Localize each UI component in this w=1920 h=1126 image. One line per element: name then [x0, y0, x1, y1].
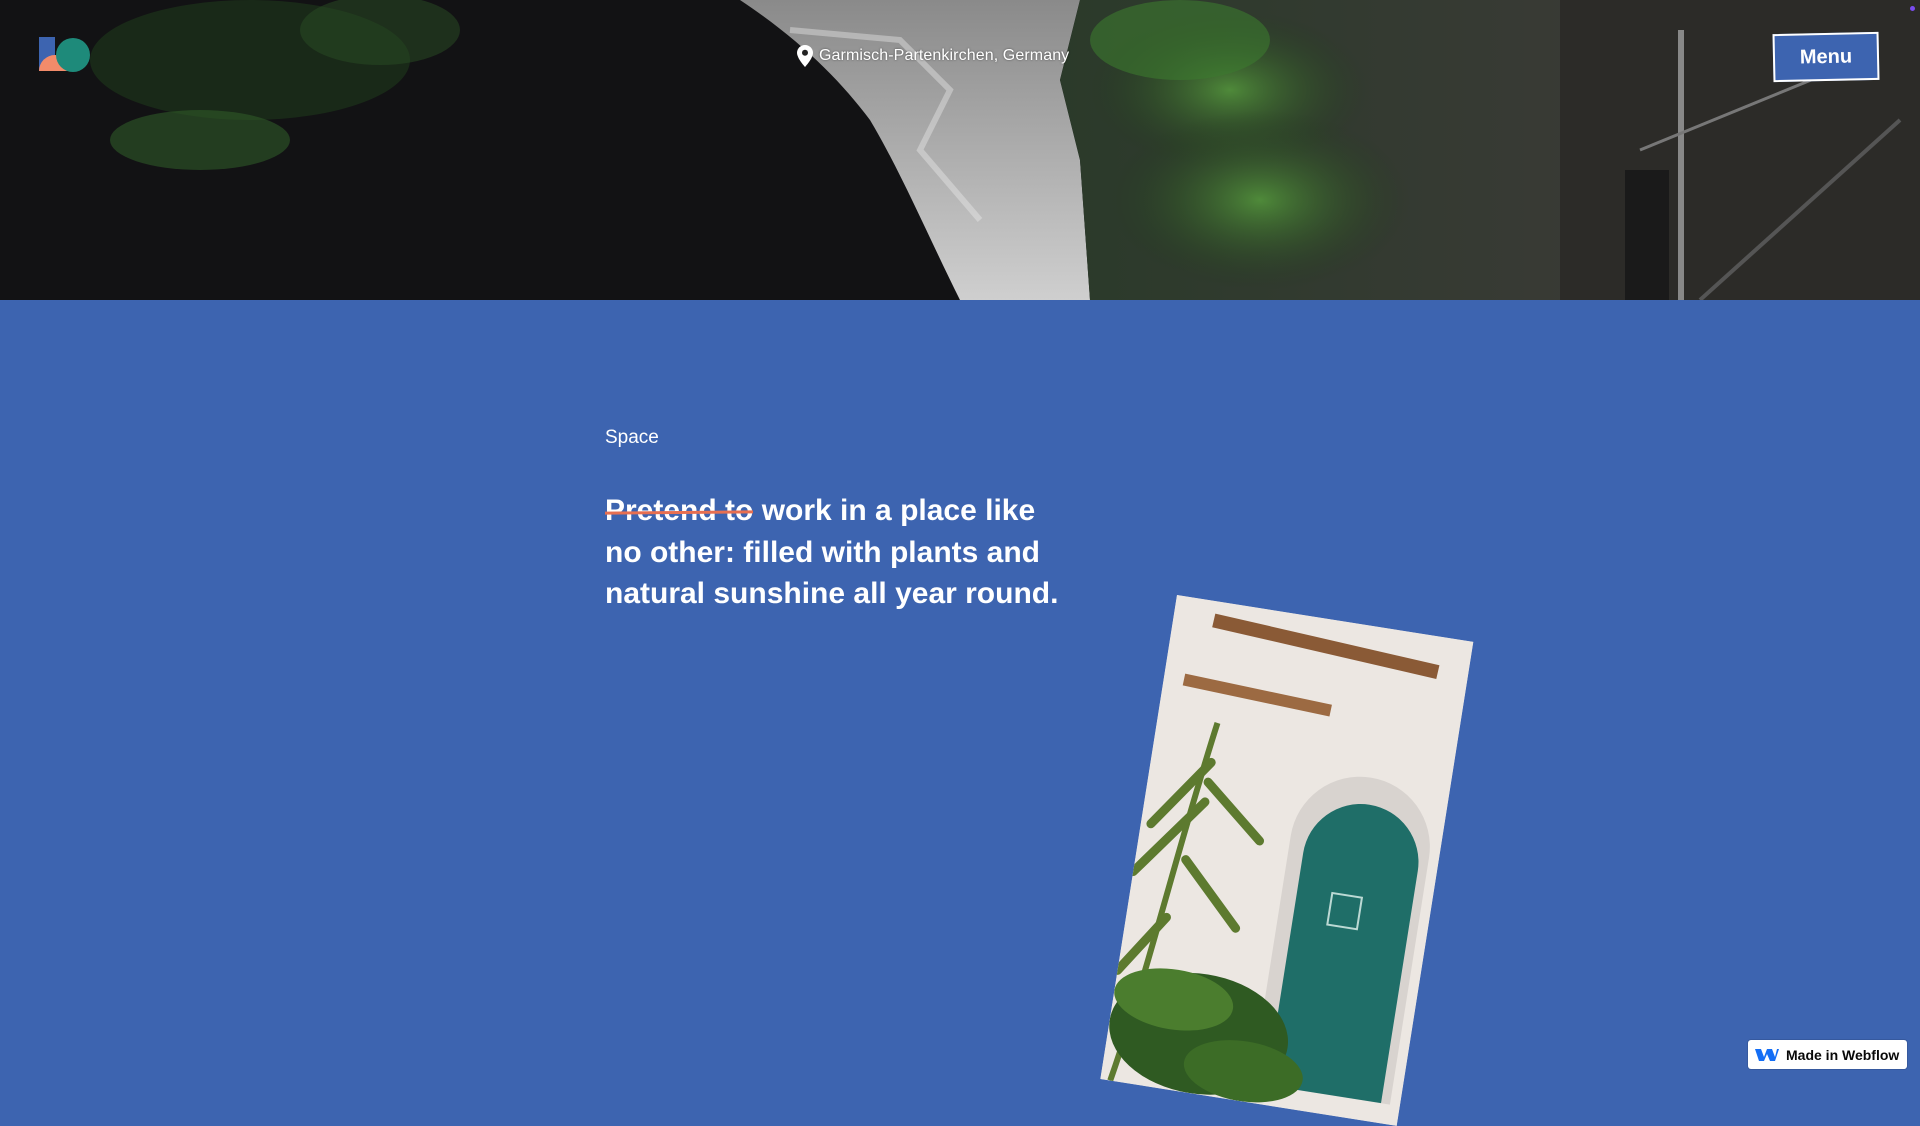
- menu-button[interactable]: Menu: [1772, 31, 1880, 83]
- scroll-indicator: [1910, 6, 1915, 11]
- section-headline: Pretend to work in a place like no other…: [605, 490, 1065, 615]
- made-in-webflow-badge[interactable]: Made in Webflow: [1748, 1040, 1907, 1069]
- section-eyebrow: Space: [605, 427, 659, 448]
- webflow-icon: [1755, 1048, 1779, 1061]
- location-text: Garmisch-Partenkirchen, Germany: [819, 47, 1070, 64]
- space-section: [0, 300, 1920, 1080]
- hero-image: Garmisch-Partenkirchen, Germany Menu: [0, 0, 1920, 300]
- location-pin-icon: [797, 45, 813, 67]
- location-label: Garmisch-Partenkirchen, Germany: [797, 45, 1069, 67]
- struck-text: Pretend to: [605, 494, 754, 527]
- webflow-badge-label: Made in Webflow: [1786, 1046, 1900, 1063]
- brand-logo-icon[interactable]: [39, 37, 93, 75]
